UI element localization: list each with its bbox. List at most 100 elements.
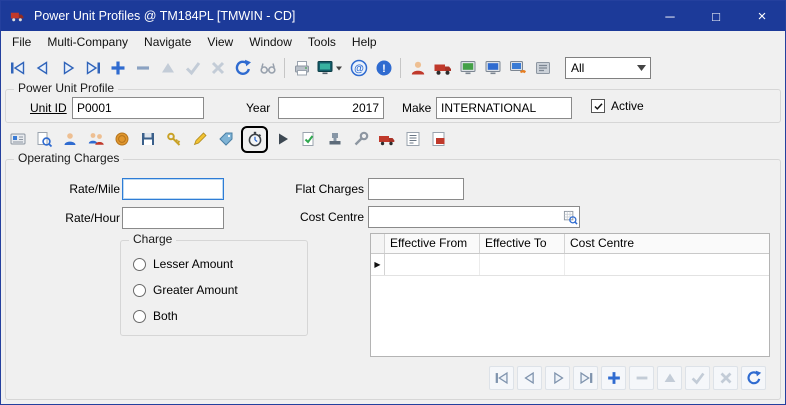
minimize-button[interactable]: ─ [647, 1, 693, 31]
cost-centre-lookup-button[interactable] [562, 209, 578, 225]
active-label: Active [611, 99, 644, 113]
make-label: Make [402, 97, 431, 119]
radio-lesser-amount[interactable]: Lesser Amount [133, 257, 233, 271]
make-input[interactable] [436, 97, 572, 119]
pencil-icon [191, 130, 209, 148]
grid-header-row: Effective From Effective To Cost Centre [371, 234, 769, 254]
delete-record-button[interactable] [130, 56, 155, 81]
driver-button[interactable] [405, 56, 430, 81]
pdf-button[interactable] [428, 128, 450, 150]
active-checkbox[interactable]: Active [591, 99, 644, 113]
first-page-button[interactable] [489, 366, 514, 390]
cell-effective-from[interactable] [385, 254, 480, 275]
key-icon [165, 130, 183, 148]
cancel-button[interactable] [205, 56, 230, 81]
rate-mile-input[interactable] [122, 178, 224, 200]
menu-item-file[interactable]: File [4, 32, 39, 52]
truck-small-button[interactable] [376, 128, 398, 150]
stopwatch-icon [246, 130, 264, 148]
next-record-button[interactable] [55, 56, 80, 81]
tag-button[interactable] [215, 128, 237, 150]
filter-combobox[interactable]: All [565, 57, 651, 79]
unit-id-label: Unit ID [30, 97, 67, 119]
add-row-button[interactable] [601, 366, 626, 390]
disk-button[interactable] [137, 128, 159, 150]
menu-item-multi-company[interactable]: Multi-Company [39, 32, 136, 52]
user-button[interactable] [59, 128, 81, 150]
close-button[interactable]: × [739, 1, 785, 31]
flat-charges-input[interactable] [368, 178, 464, 200]
pointer-button[interactable] [272, 128, 294, 150]
unit-id-input[interactable] [72, 97, 204, 119]
toolbar-separator [400, 58, 401, 78]
list-button[interactable] [402, 128, 424, 150]
screen-select-button[interactable] [314, 56, 346, 81]
lookup-icon [563, 210, 578, 225]
window-title: Power Unit Profiles @ TM184PL [TMWIN - C… [34, 9, 295, 23]
call-monitor-button[interactable] [505, 56, 530, 81]
save-row-button[interactable] [685, 366, 710, 390]
key-button[interactable] [163, 128, 185, 150]
refresh-rows-button[interactable] [741, 366, 766, 390]
stamp-icon [326, 130, 344, 148]
cancel-icon [208, 58, 228, 78]
stopwatch-button[interactable] [241, 126, 268, 153]
radio-greater-amount[interactable]: Greater Amount [133, 283, 238, 297]
add-record-button[interactable] [105, 56, 130, 81]
next-page-button[interactable] [545, 366, 570, 390]
previous-record-button[interactable] [30, 56, 55, 81]
rate-hour-input[interactable] [122, 207, 224, 229]
truck-button[interactable] [430, 56, 455, 81]
svg-text:!: ! [382, 63, 386, 75]
info-button[interactable]: ! [371, 56, 396, 81]
last-page-icon [577, 369, 595, 387]
cost-centre-input[interactable] [368, 206, 580, 228]
radio-circle-icon [133, 310, 146, 323]
email-at-button[interactable]: @ [346, 56, 371, 81]
checkbox-check-icon [591, 99, 605, 113]
browse-button[interactable] [255, 56, 280, 81]
stamp-button[interactable] [324, 128, 346, 150]
cell-cost-centre[interactable] [565, 254, 769, 275]
cancel-row-button[interactable] [713, 366, 738, 390]
doc-check-button[interactable] [298, 128, 320, 150]
card-button[interactable] [7, 128, 29, 150]
menu-item-window[interactable]: Window [241, 32, 300, 52]
next-record-icon [58, 58, 78, 78]
device-button[interactable] [530, 56, 555, 81]
radio-both[interactable]: Both [133, 309, 178, 323]
wrench-button[interactable] [350, 128, 372, 150]
last-record-button[interactable] [80, 56, 105, 81]
charges-grid: Effective From Effective To Cost Centre … [370, 233, 770, 357]
users-button[interactable] [85, 128, 107, 150]
cell-effective-to[interactable] [480, 254, 565, 275]
maximize-button[interactable]: □ [693, 1, 739, 31]
save-icon [183, 58, 203, 78]
delete-row-button[interactable] [629, 366, 654, 390]
print-icon [292, 58, 312, 78]
terminal-monitor-button[interactable] [480, 56, 505, 81]
pencil-button[interactable] [189, 128, 211, 150]
previous-page-button[interactable] [517, 366, 542, 390]
year-input[interactable] [278, 97, 384, 119]
truck-small-icon [378, 130, 396, 148]
restore-button[interactable] [155, 56, 180, 81]
coin-button[interactable] [111, 128, 133, 150]
menu-item-view[interactable]: View [199, 32, 241, 52]
menu-item-tools[interactable]: Tools [300, 32, 344, 52]
dispatch-monitor-button[interactable] [455, 56, 480, 81]
menu-item-navigate[interactable]: Navigate [136, 32, 199, 52]
table-row[interactable]: ▶ [371, 254, 769, 276]
info-icon: ! [374, 58, 394, 78]
refresh-button[interactable] [230, 56, 255, 81]
chevron-down-icon [633, 58, 650, 78]
search-doc-button[interactable] [33, 128, 55, 150]
users-icon [87, 130, 105, 148]
restore-row-button[interactable] [657, 366, 682, 390]
print-button[interactable] [289, 56, 314, 81]
last-page-button[interactable] [573, 366, 598, 390]
save-button[interactable] [180, 56, 205, 81]
first-record-button[interactable] [5, 56, 30, 81]
menu-item-help[interactable]: Help [344, 32, 385, 52]
pdf-icon [430, 130, 448, 148]
